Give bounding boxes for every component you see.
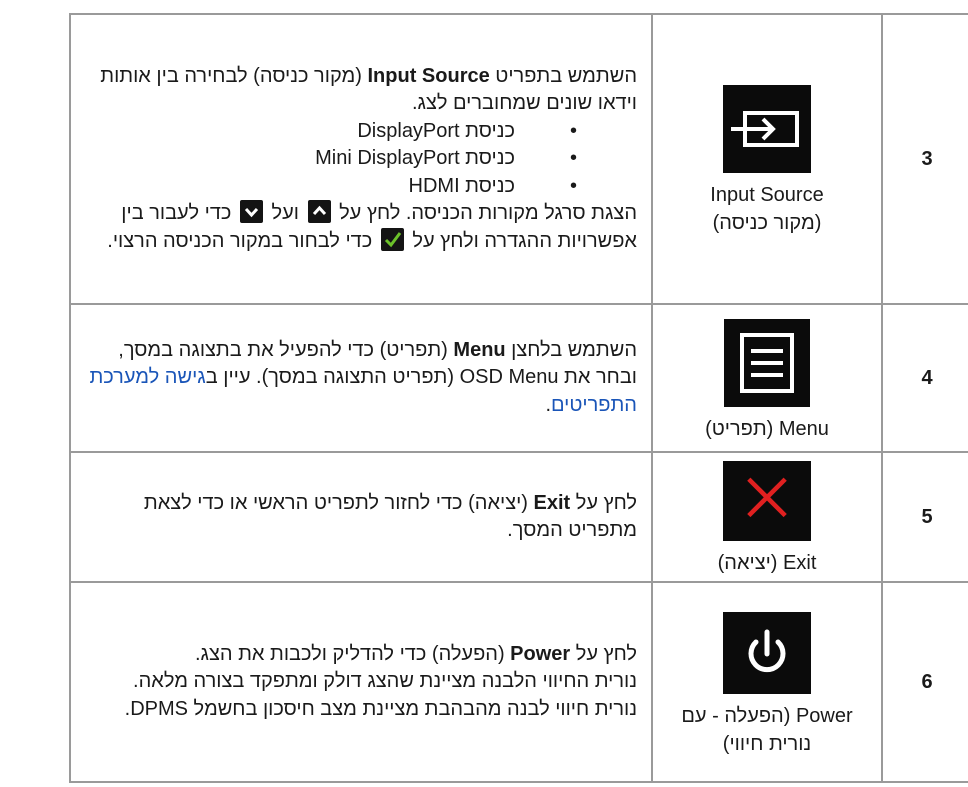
checkmark-icon	[380, 227, 404, 251]
power-icon	[723, 612, 811, 694]
port-label: כניסת DisplayPort	[357, 119, 515, 142]
bold-term: Power	[510, 642, 571, 665]
text-segment: לחץ על	[570, 642, 637, 665]
text-segment: השתמש בתפריט	[489, 64, 637, 87]
power-description: לחץ על Power (הפעלה) כדי להדליק ולכבות א…	[71, 637, 651, 728]
input-source-description: השתמש בתפריט Input Source (מקור כניסה) ל…	[71, 59, 651, 260]
document-page: השתמש בתפריט Input Source (מקור כניסה) ל…	[0, 0, 968, 787]
exit-description: לחץ על Exit (יציאה) כדי לחזור לתפריט הרא…	[71, 486, 651, 549]
text-segment: (הפעלה) כדי להדליק ולכבות את הצג.	[194, 642, 511, 665]
label-hebrew: (מקור כניסה)	[712, 212, 822, 234]
port-label: כניסת Mini DisplayPort	[315, 147, 515, 170]
description-cell: השתמש בתפריט Input Source (מקור כניסה) ל…	[69, 13, 653, 305]
navigation-text: הצגת סרגל מקורות הכניסה. לחץ על ועל כדי …	[79, 200, 637, 255]
input-source-icon	[723, 85, 811, 173]
up-arrow-icon	[307, 200, 331, 224]
menu-icon	[724, 319, 810, 407]
port-list: • כניסת DisplayPort • כניסת Mini DisplayPo…	[79, 118, 637, 201]
bullet: •	[569, 147, 577, 170]
bold-term: Input Source	[367, 64, 490, 87]
icon-cell: Menu (תפריט)	[651, 303, 883, 453]
icon-label: Exit (יציאה)	[717, 552, 817, 574]
description-cell: לחץ על Power (הפעלה) כדי להדליק ולכבות א…	[69, 581, 653, 783]
list-item: • כניסת DisplayPort	[79, 118, 637, 146]
description-cell: השתמש בלחצן Menu (תפריט) כדי להפעיל את ב…	[69, 303, 653, 453]
list-item: • כניסת HDMI	[79, 173, 637, 201]
icon-cell: Exit (יציאה)	[651, 451, 883, 583]
intro-text: השתמש בתפריט Input Source (מקור כניסה) ל…	[79, 63, 637, 118]
list-item: • כניסת Mini DisplayPort	[79, 145, 637, 173]
exit-icon	[723, 461, 811, 541]
bullet: •	[569, 119, 577, 142]
text-segment: השתמש בלחצן	[505, 338, 637, 361]
description-cell: לחץ על Exit (יציאה) כדי לחזור לתפריט הרא…	[69, 451, 653, 583]
icon-label: Input Source (מקור כניסה)	[653, 181, 881, 237]
power-text-line: לחץ על Power (הפעלה) כדי להדליק ולכבות א…	[79, 641, 637, 669]
table-row: השתמש בתפריט Input Source (מקור כניסה) ל…	[69, 13, 968, 305]
label-line: Power (הפעלה - עם	[681, 705, 853, 727]
row-number: 4	[881, 303, 968, 453]
bullet: •	[569, 174, 577, 197]
text-segment: ועל	[265, 202, 305, 225]
row-number: 5	[881, 451, 968, 583]
icon-label: Menu (תפריט)	[705, 418, 829, 440]
label-line: נורית חיווי)	[722, 733, 812, 755]
icon-label: Power (הפעלה - עם נורית חיווי)	[653, 702, 881, 758]
icon-cell: Power (הפעלה - עם נורית חיווי)	[651, 581, 883, 783]
down-arrow-icon	[239, 200, 263, 224]
bold-term: Menu	[453, 338, 506, 361]
button-reference-table: השתמש בתפריט Input Source (מקור כניסה) ל…	[69, 13, 968, 783]
icon-cell: Input Source (מקור כניסה)	[651, 13, 883, 305]
row-number: 3	[881, 13, 968, 305]
power-text-line: נורית החיווי הלבנה מציינת שהצג דולק ומתפ…	[133, 670, 637, 693]
label-english: Input Source	[710, 184, 824, 206]
text-segment: לחץ על	[570, 491, 637, 514]
text-segment: כדי לבחור במקור הכניסה הרצוי.	[107, 229, 378, 252]
power-text-line: נורית חיווי לבנה מהבהבת מציינת מצב חיסכו…	[124, 697, 637, 720]
port-label: כניסת HDMI	[408, 174, 515, 197]
bold-term: Exit	[533, 491, 571, 514]
table-row: לחץ על Power (הפעלה) כדי להדליק ולכבות א…	[69, 581, 968, 783]
table-row: השתמש בלחצן Menu (תפריט) כדי להפעיל את ב…	[69, 303, 968, 453]
text-segment: הצגת סרגל מקורות הכניסה. לחץ על	[333, 202, 637, 225]
row-number: 6	[881, 581, 968, 783]
menu-description: השתמש בלחצן Menu (תפריט) כדי להפעיל את ב…	[71, 333, 651, 424]
table-row: לחץ על Exit (יציאה) כדי לחזור לתפריט הרא…	[69, 451, 968, 583]
